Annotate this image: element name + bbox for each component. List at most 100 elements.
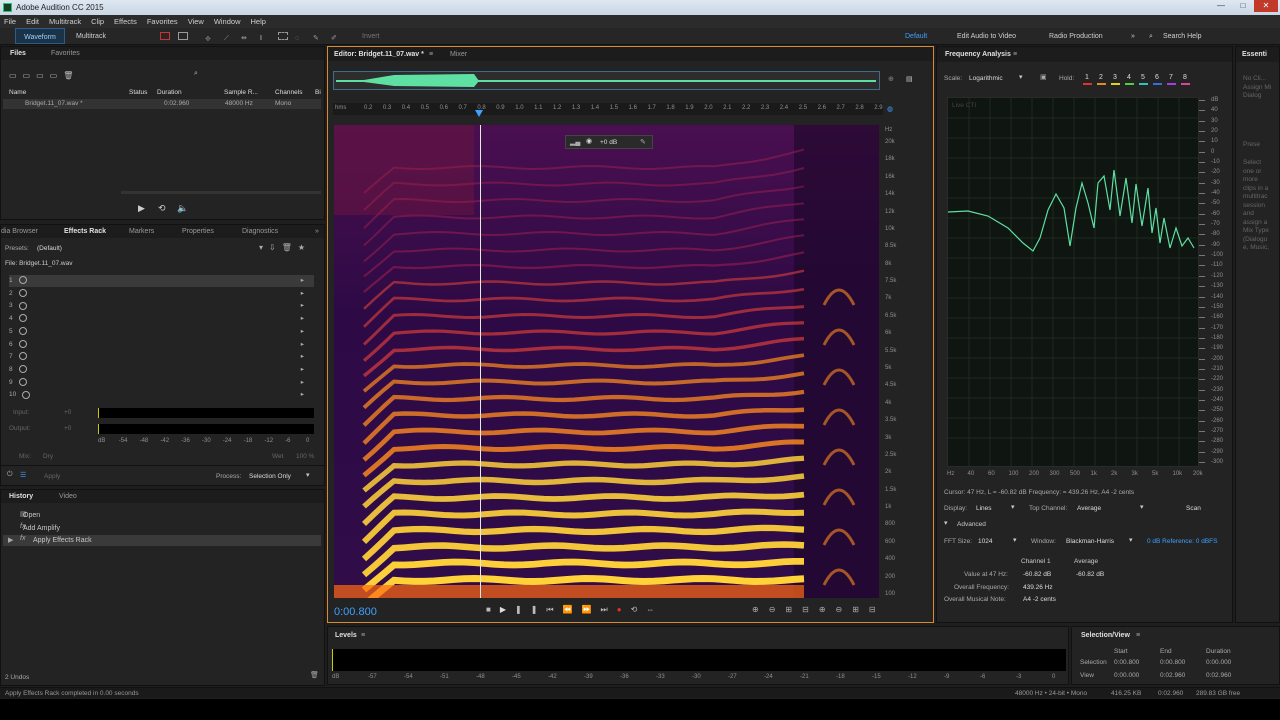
slot-menu-arrow-icon[interactable]: ▸ (301, 300, 304, 312)
hud-volume[interactable]: ▂▄ ◉ +0 dB ✎ (565, 135, 653, 149)
apply-button[interactable]: Apply (44, 473, 60, 480)
selection-start[interactable]: 0:00.800 (1114, 659, 1139, 666)
db-reference[interactable]: 0 dB Reference: 0 dBFS (1147, 538, 1217, 545)
workspace-default[interactable]: Default (905, 28, 927, 45)
essential-line[interactable]: Dialog (1243, 92, 1261, 99)
lasso-tool-icon[interactable]: ◌ (295, 30, 299, 47)
effect-slot[interactable]: 4 ▸ (9, 313, 314, 325)
power-icon[interactable] (18, 365, 27, 374)
snapshot-icon[interactable]: ▣ (1040, 73, 1047, 81)
maximize-button[interactable]: □ (1232, 0, 1254, 12)
col-samplerate[interactable]: Sample R... (224, 89, 258, 96)
effect-slot[interactable]: 1 ▸ (9, 275, 314, 287)
presets-dropdown[interactable]: (Default) (37, 245, 62, 252)
rewind-icon[interactable]: ⏪ (563, 605, 582, 614)
input-value[interactable]: +0 (64, 409, 71, 416)
menu-file[interactable]: File (4, 17, 16, 26)
pause-icon[interactable]: ❚❚ (515, 605, 546, 614)
col-bits[interactable]: Bi (315, 89, 321, 96)
power-icon[interactable] (18, 377, 27, 386)
move-to-start-icon[interactable]: ⏮ (546, 605, 562, 614)
search-help[interactable]: Search Help (1163, 28, 1202, 45)
tab-menu-icon[interactable]: ≡ (429, 48, 433, 61)
advanced-toggle-icon[interactable]: ▾ (944, 519, 948, 527)
scale-chevron-icon[interactable]: ▾ (1019, 73, 1023, 81)
levels-title[interactable]: Levels (335, 629, 357, 642)
power-icon[interactable] (18, 301, 27, 310)
hold-button[interactable]: 5 (1136, 74, 1150, 85)
preview-volume-icon[interactable]: 🔈 (177, 203, 188, 214)
preview-play-icon[interactable]: ▶ (138, 203, 145, 214)
frequency-graph[interactable]: Live CTI (947, 97, 1199, 467)
effect-slot[interactable]: 3 ▸ (9, 300, 314, 312)
col-duration[interactable]: Duration (157, 89, 182, 96)
zoom-out-full-icon[interactable]: ⊕ (819, 605, 836, 614)
effect-slot[interactable]: 7 ▸ (9, 351, 314, 363)
waveform-view-button[interactable]: Waveform (15, 28, 65, 44)
trash-icon[interactable]: 🗑 (310, 671, 319, 679)
levels-menu-icon[interactable]: ≡ (361, 629, 365, 642)
freq-menu-icon[interactable]: ≡ (1013, 48, 1017, 61)
menu-edit[interactable]: Edit (26, 17, 39, 26)
tab-markers[interactable]: Markers (129, 225, 154, 238)
slot-menu-arrow-icon[interactable]: ▸ (301, 377, 304, 389)
time-ruler[interactable]: hms 0.2 0.3 0.4 0.5 0.6 0.7 0.8 0.9 1.0 1.1 1.2 1.3… (333, 103, 883, 115)
hold-button[interactable]: 7 (1164, 74, 1178, 85)
slot-menu-arrow-icon[interactable]: ▸ (301, 389, 304, 401)
tab-diagnostics[interactable]: Diagnostics (242, 225, 278, 238)
fft-dropdown[interactable]: 1024 (978, 538, 992, 545)
current-time[interactable]: 0:00.800 (334, 606, 377, 618)
effect-slot[interactable]: 8 ▸ (9, 364, 314, 376)
loop-icon[interactable]: ⟲ (631, 605, 647, 614)
tab-properties[interactable]: Properties (182, 225, 214, 238)
razor-tool-icon[interactable]: ⟋ (224, 30, 229, 47)
fast-forward-icon[interactable]: ⏩ (582, 605, 601, 614)
power-icon[interactable] (18, 288, 27, 297)
more-tabs-icon[interactable]: » (315, 225, 319, 238)
slot-menu-arrow-icon[interactable]: ▸ (301, 339, 304, 351)
effect-slot[interactable]: 2 ▸ (9, 288, 314, 300)
slot-menu-arrow-icon[interactable]: ▸ (301, 364, 304, 376)
zoom-selection-icon[interactable]: ⊞ (852, 605, 869, 614)
hold-button[interactable]: 3 (1108, 74, 1122, 85)
slot-menu-arrow-icon[interactable]: ▸ (301, 313, 304, 325)
tab-video[interactable]: Video (59, 490, 77, 503)
freq-title[interactable]: Frequency Analysis (945, 48, 1011, 61)
col-channels[interactable]: Channels (275, 89, 302, 96)
zoom-in-amplitude-icon[interactable]: ⊕ (752, 605, 769, 614)
marquee-tool-icon[interactable] (278, 32, 288, 40)
view-end[interactable]: 0:02.960 (1160, 672, 1185, 679)
move-to-end-icon[interactable]: ⏭ (601, 605, 617, 614)
chevron-down-icon[interactable]: ▾ (306, 471, 310, 479)
time-selection-tool-icon[interactable]: I (260, 30, 262, 47)
essential-line[interactable]: Assign Mi (1243, 84, 1271, 91)
files-scrollbar[interactable] (121, 191, 321, 194)
slot-menu-arrow-icon[interactable]: ▸ (301, 326, 304, 338)
selection-title[interactable]: Selection/View (1081, 629, 1130, 642)
hold-button[interactable]: 4 (1122, 74, 1136, 85)
power-icon[interactable] (18, 314, 27, 323)
power-icon[interactable] (18, 352, 27, 361)
slot-menu-arrow-icon[interactable]: ▸ (301, 275, 304, 287)
history-item-selected[interactable]: ▶ fx Apply Effects Rack (3, 535, 321, 546)
file-row[interactable]: Bridget.11_07.wav * 0:02.960 48000 Hz Mo… (3, 99, 321, 109)
display-dropdown[interactable]: Lines (976, 505, 992, 512)
output-value[interactable]: +0 (64, 425, 71, 432)
fft-chevron-icon[interactable]: ▾ (1013, 536, 1017, 544)
menu-effects[interactable]: Effects (114, 17, 137, 26)
spot-healing-tool-icon[interactable]: ✐ (331, 30, 337, 47)
display-chevron-icon[interactable]: ▾ (1011, 503, 1015, 511)
effect-slot[interactable]: 6 ▸ (9, 339, 314, 351)
workspace-radio[interactable]: Radio Production (1049, 28, 1103, 45)
spectral-display-icon[interactable] (160, 32, 170, 40)
top-channel-dropdown[interactable]: Average (1077, 505, 1101, 512)
hud-knob-icon[interactable]: ◉ (586, 137, 592, 145)
zoom-navigator-icon[interactable]: ⊕ (888, 75, 894, 83)
rack-power-icon[interactable]: ⏻ (7, 471, 13, 479)
effect-slot[interactable]: 10 ▸ (9, 389, 314, 401)
selection-duration[interactable]: 0:00.000 (1206, 659, 1231, 666)
frequency-scale[interactable]: Hz 20k 18k 16k 14k 12k 10k 8.5k 8k 7.5k 7k 6.5k 6k 5… (880, 125, 928, 598)
workspace-edit-video[interactable]: Edit Audio to Video (957, 28, 1016, 45)
menu-multitrack[interactable]: Multitrack (49, 17, 81, 26)
col-status[interactable]: Status (129, 89, 147, 96)
